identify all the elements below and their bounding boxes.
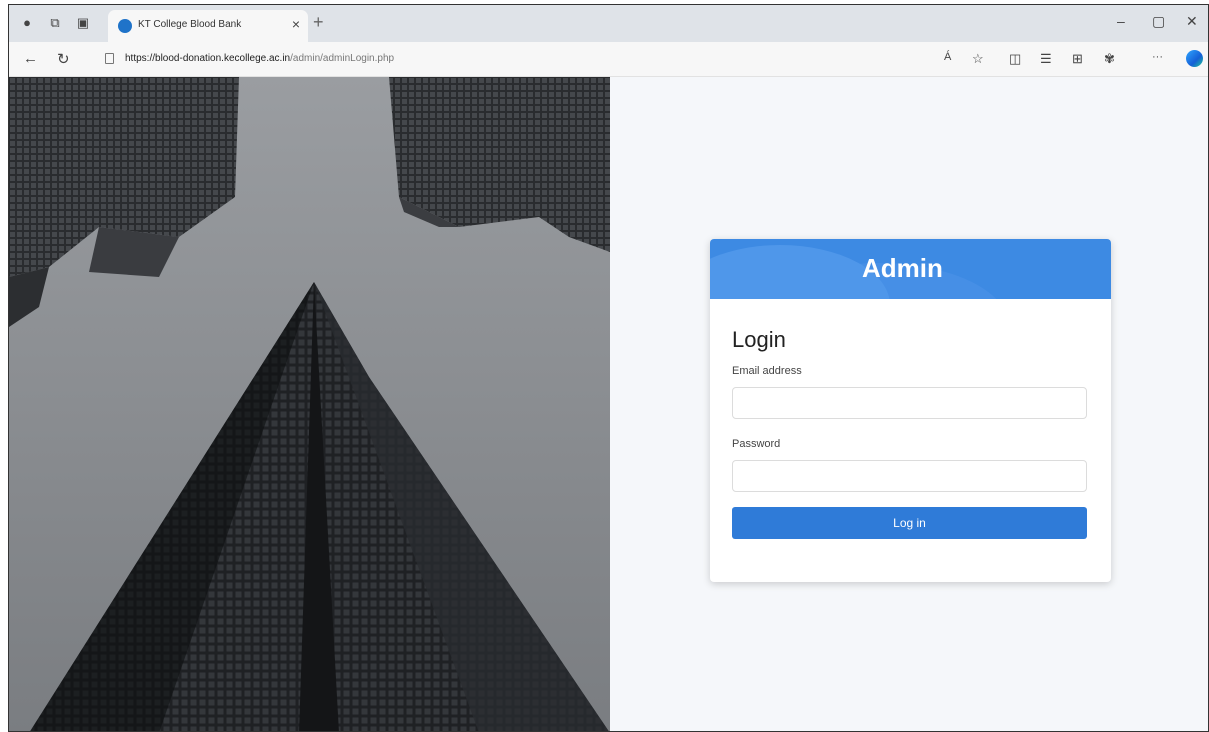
workspaces-icon[interactable]: ⧉ [47,15,63,31]
favorite-icon[interactable]: ☆ [972,51,984,67]
refresh-icon[interactable]: ↻ [57,50,70,68]
site-info-icon[interactable] [105,53,114,64]
address-bar[interactable]: https://blood-donation.kecollege.ac.in/a… [125,53,394,64]
card-header: Admin [710,239,1111,299]
url-path: /admin/adminLogin.php [290,53,395,64]
minimize-icon[interactable]: – [1117,13,1125,29]
url-host: https://blood-donation.kecollege.ac.in [125,53,291,64]
password-label: Password [732,438,781,450]
login-heading: Login [732,327,786,352]
email-field[interactable] [732,387,1087,419]
email-label: Email address [732,365,802,377]
skyscraper-illustration [9,77,610,731]
maximize-icon[interactable]: ▢ [1152,13,1165,30]
card-title: Admin [862,253,943,283]
skyscraper-photo [9,77,610,731]
close-window-icon[interactable]: ✕ [1186,13,1198,30]
more-icon[interactable]: ··· [1152,51,1163,63]
profile-icon[interactable]: ● [19,15,35,31]
split-screen-icon[interactable]: ◫ [1009,51,1021,67]
page-content: Admin Login Email address Password Log i… [9,77,1208,731]
read-aloud-icon[interactable]: Á [944,51,951,63]
browser-window: ● ⧉ ▣ KT College Blood Bank × + – ▢ ✕ ← … [8,4,1209,732]
password-field[interactable] [732,460,1087,492]
tab-active[interactable]: KT College Blood Bank × [108,10,308,42]
extensions-icon[interactable]: ✾ [1104,51,1115,67]
address-bar-row: ← ↻ https://blood-donation.kecollege.ac.… [9,42,1208,77]
new-tab-button[interactable]: + [313,12,324,33]
login-card: Admin Login Email address Password Log i… [710,239,1111,582]
favorites-icon[interactable]: ☰ [1040,51,1052,67]
copilot-icon[interactable] [1186,50,1203,67]
close-tab-icon[interactable]: × [292,16,300,32]
tab-actions-icon[interactable]: ▣ [75,15,91,31]
tab-title: KT College Blood Bank [138,19,242,30]
back-icon[interactable]: ← [23,50,38,67]
favicon-icon [118,19,132,33]
login-button[interactable]: Log in [732,507,1087,539]
collections-icon[interactable]: ⊞ [1072,51,1083,67]
tab-bar: ● ⧉ ▣ KT College Blood Bank × + – ▢ ✕ [9,5,1208,42]
